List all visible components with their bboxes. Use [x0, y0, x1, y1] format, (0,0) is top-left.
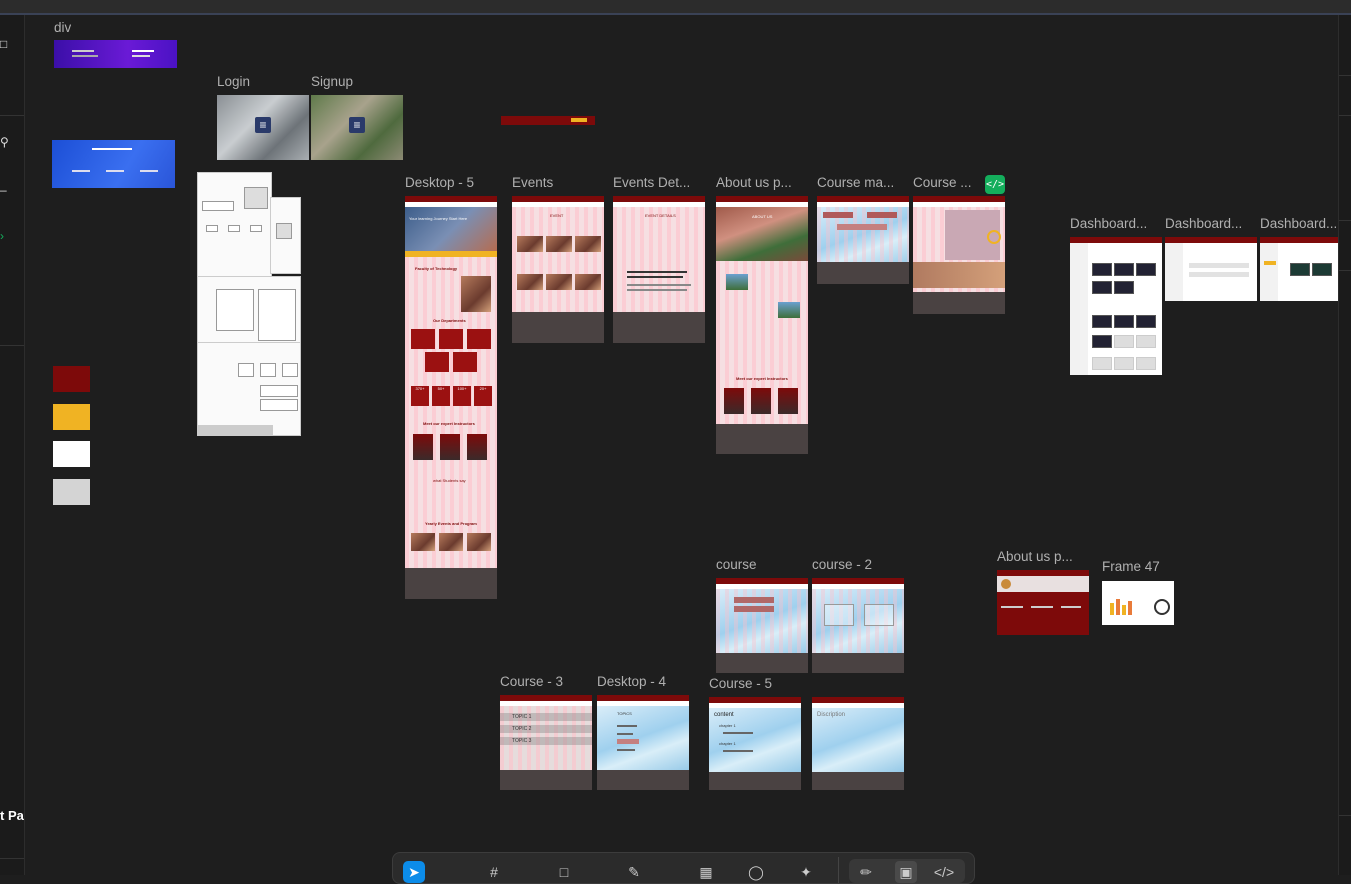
- search-icon[interactable]: ⚲: [0, 135, 10, 149]
- frame-47[interactable]: [1102, 581, 1174, 625]
- frame-navbar-component[interactable]: [501, 116, 595, 125]
- menu-icon: ≡: [349, 117, 365, 133]
- bottom-toolbar: ➤ # □ ✎ ▦ ◯ ✦ ✏ ▣ </>: [392, 852, 975, 884]
- top-strip: [0, 0, 1351, 15]
- frame-about-us-2[interactable]: [997, 570, 1089, 635]
- frame-label-signup[interactable]: Signup: [311, 74, 353, 89]
- text-tool-icon[interactable]: ▦: [695, 861, 717, 883]
- swatch-white[interactable]: [53, 441, 90, 467]
- chevron-right-icon[interactable]: ›: [0, 229, 10, 243]
- instructors-title: Meet our expert Instructors: [423, 421, 475, 426]
- description-heading: Discription: [817, 712, 846, 718]
- frame-label-events-detail[interactable]: Events Det...: [613, 175, 705, 190]
- frame-blue-banner[interactable]: [52, 140, 175, 188]
- topic-2: TOPIC 2: [500, 725, 592, 733]
- yearly-events-title: Yearly Events and Program: [425, 521, 477, 526]
- frame-label-div[interactable]: div: [54, 20, 71, 35]
- frame-events[interactable]: EVENT: [512, 196, 604, 343]
- frame-course-2[interactable]: [812, 578, 904, 673]
- frame-dashboard-2[interactable]: [1165, 237, 1257, 301]
- frame-desktop-4[interactable]: TOPICS: [597, 695, 689, 790]
- frame-label-course-5[interactable]: Course - 5: [709, 676, 772, 691]
- frame-label-dashboard-3[interactable]: Dashboard...: [1260, 216, 1338, 231]
- event-heading: EVENT: [550, 213, 564, 218]
- dev-ready-icon[interactable]: </>: [985, 175, 1005, 194]
- frame-label-course-3[interactable]: Course - 3: [500, 674, 563, 689]
- frame-about-us[interactable]: ABOUT US Meet our expert Instructors: [716, 196, 808, 454]
- frame-label-about-us-2[interactable]: About us p...: [997, 549, 1089, 564]
- pen-tool-icon[interactable]: ✎: [623, 861, 645, 883]
- topic-1: TOPIC 1: [500, 713, 592, 721]
- swatch-gray[interactable]: [53, 479, 90, 505]
- frame-label-events[interactable]: Events: [512, 175, 553, 190]
- shape-tool-icon[interactable]: □: [553, 861, 575, 883]
- draw-mode-icon[interactable]: ✏: [855, 861, 877, 883]
- frame-course-5[interactable]: content chapter 1 chapter 1: [709, 697, 801, 790]
- frame-course-dots[interactable]: [913, 196, 1005, 314]
- content-heading: content: [714, 712, 734, 718]
- frame-label-dashboard-1[interactable]: Dashboard...: [1070, 216, 1162, 231]
- frame-div-banner[interactable]: [54, 40, 177, 68]
- frame-wireframe-1b[interactable]: [270, 197, 301, 274]
- frame-label-dashboard-2[interactable]: Dashboard...: [1165, 216, 1257, 231]
- about-instructors-title: Meet our expert Instructors: [736, 376, 788, 381]
- frame-course[interactable]: [716, 578, 808, 673]
- frame-dashboard-1[interactable]: [1070, 237, 1162, 375]
- chapter-1-b: chapter 1: [719, 741, 736, 746]
- topics-heading: TOPICS: [617, 711, 632, 716]
- left-panel-edge: □ ⚲ – › t Pa: [0, 15, 25, 875]
- frame-label-course-2[interactable]: course - 2: [812, 557, 872, 572]
- chapter-1-a: chapter 1: [719, 723, 736, 728]
- frame-label-desktop-5[interactable]: Desktop - 5: [405, 175, 474, 190]
- design-mode-icon[interactable]: ▣: [895, 861, 917, 883]
- minus-icon[interactable]: –: [0, 183, 10, 197]
- frame-wireframe-3[interactable]: [197, 342, 301, 436]
- frame-course-3[interactable]: TOPIC 1 TOPIC 2 TOPIC 3: [500, 695, 592, 790]
- stat-4: 20+: [474, 386, 492, 406]
- frame-label-course-dots[interactable]: Course ...: [913, 175, 983, 190]
- menu-icon: ≡: [255, 117, 271, 133]
- right-panel-edge: [1338, 15, 1351, 875]
- frame-label-desktop-4[interactable]: Desktop - 4: [597, 674, 666, 689]
- swatch-yellow[interactable]: [53, 404, 90, 430]
- comment-tool-icon[interactable]: ◯: [745, 861, 767, 883]
- frame-icon[interactable]: □: [0, 37, 10, 51]
- frame-events-detail[interactable]: EVENT DETAILS: [613, 196, 705, 343]
- frame-wireframe-2[interactable]: [197, 276, 301, 344]
- frame-desktop-5[interactable]: Your learning Journey Start Here Faculty…: [405, 196, 497, 599]
- departments-title: Our Departments: [433, 318, 466, 323]
- frame-login[interactable]: ≡: [217, 95, 309, 160]
- swatch-red[interactable]: [53, 366, 90, 392]
- frame-label-course-ma[interactable]: Course ma...: [817, 175, 909, 190]
- faculty-title: Faculty of Technology: [415, 266, 458, 271]
- event-details-heading: EVENT DETAILS: [645, 213, 676, 218]
- frame-signup[interactable]: ≡: [311, 95, 403, 160]
- frame-description[interactable]: Discription: [812, 697, 904, 790]
- topic-3: TOPIC 3: [500, 737, 592, 745]
- dev-mode-icon[interactable]: </>: [933, 861, 955, 883]
- stat-3: 100+: [453, 386, 471, 406]
- frame-label-course[interactable]: course: [716, 557, 757, 572]
- stat-2: 50+: [432, 386, 450, 406]
- pages-label-partial: t Pa: [0, 808, 24, 823]
- actions-tool-icon[interactable]: ✦: [795, 861, 817, 883]
- hero-title: Your learning Journey Start Here: [409, 216, 468, 221]
- frame-wireframe-1[interactable]: [197, 172, 272, 278]
- frame-dashboard-3[interactable]: [1260, 237, 1338, 301]
- frame-course-ma[interactable]: [817, 196, 909, 284]
- students-say-title: what Students say: [433, 478, 466, 483]
- about-heading: ABOUT US: [752, 214, 773, 219]
- frame-label-frame-47[interactable]: Frame 47: [1102, 559, 1160, 574]
- frame-tool-icon[interactable]: #: [483, 861, 505, 883]
- move-tool-icon[interactable]: ➤: [403, 861, 425, 883]
- frame-label-about-us[interactable]: About us p...: [716, 175, 808, 190]
- stat-1: 370+: [411, 386, 429, 406]
- frame-label-login[interactable]: Login: [217, 74, 250, 89]
